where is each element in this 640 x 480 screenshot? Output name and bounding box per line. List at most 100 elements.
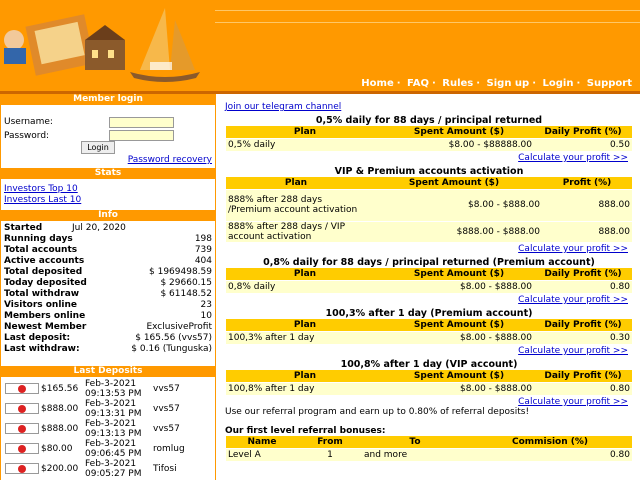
info-panel: Started Jul 20, 2020 Running days 198 Tota… [0,221,216,366]
profit-value: 888.00 [542,220,632,242]
col-header: Spent Amount ($) [384,370,534,382]
info-key: Last deposit: [4,333,71,343]
deposit-amount: $80.00 [41,444,73,454]
profit-value: 0.80 [534,279,632,293]
info-row: Today deposited $ 29660.15 [4,278,212,289]
deposit-datetime: Feb-3-2021 09:13:13 PM [85,419,141,439]
table-row: 100,3% after 1 day $8.00 - $888.00 0.30 [226,330,632,344]
username-input[interactable] [109,117,174,128]
spent-amount: $8.00 - $888.00 [366,188,542,221]
table-row: Level A 1 and more 0.80 [226,447,632,461]
table-row: 888% after 288 days /Premium account act… [226,188,632,221]
info-value: $ 29660.15 [160,278,212,288]
referral-text: Use our referral program and earn up to … [225,407,530,417]
info-key: Total withdraw [4,289,80,299]
nav-login[interactable]: Login [543,78,574,89]
info-value: 198 [194,234,212,244]
spent-amount: $8.00 - $88888.00 [384,137,534,151]
deposit-datetime: Feb-3-2021 09:06:45 PM [85,439,141,459]
plan-title: 0,8% daily for 88 days / principal retur… [263,257,595,268]
info-key: Running days [4,234,73,244]
nav-home[interactable]: Home [361,78,393,89]
plan-name: 888% after 288 days /Premium account act… [226,188,366,221]
info-row: Total withdraw $ 61148.52 [4,289,212,300]
info-key: Visitors online [4,300,78,310]
header-stripe [215,10,640,11]
deposit-row: $200.00 Feb-3-2021 09:05:27 PM Tifosi [3,459,213,479]
deposit-date: Feb-3-2021 [85,419,137,429]
col-header: Plan [226,370,384,382]
info-heading: Info [0,210,216,221]
site-header: Home · FAQ · Rules · Sign up · Login · Suppor… [0,0,640,91]
deposit-amount: $888.00 [41,404,79,414]
info-value: ExclusiveProfit [146,322,212,332]
nav-signup[interactable]: Sign up [487,78,530,89]
col-header: Spent Amount ($) [384,268,534,280]
last-deposits-panel: $165.56 Feb-3-2021 09:13:53 PM vvs57 $888… [0,377,216,480]
login-button[interactable]: Login [81,141,115,154]
password-input[interactable] [109,130,174,141]
calculate-profit-link[interactable]: Calculate your profit >> [518,153,628,163]
plan-title: 100,8% after 1 day (VIP account) [340,359,518,370]
perfect-money-icon [5,403,39,414]
calculate-profit-link[interactable]: Calculate your profit >> [518,346,628,356]
col-header: Daily Profit (%) [534,370,632,382]
spent-amount: $888.00 - $888.00 [366,220,542,242]
col-header: Profit (%) [542,177,632,189]
deposit-date: Feb-3-2021 [85,399,137,409]
referral-commission: 0.80 [468,447,632,461]
main-nav: Home · FAQ · Rules · Sign up · Login · Suppor… [361,78,632,89]
plan-title: VIP & Premium accounts activation [334,166,524,177]
col-header: Plan [226,126,384,138]
stats-heading: Stats [0,168,216,179]
login-panel: Username: Password: Login Password recov… [0,105,216,168]
header-stripe [215,22,640,23]
spent-amount: $8.00 - $888.00 [384,381,534,395]
info-row: Visitors online 23 [4,300,212,311]
col-header: Spent Amount ($) [366,177,542,189]
telegram-link[interactable]: Join our telegram channel [225,102,341,112]
deposit-row: $888.00 Feb-3-2021 09:13:13 PM vvs57 [3,419,213,439]
sidebar: Member login Username: Password: Login P… [0,94,216,480]
plan-name: 100,3% after 1 day [226,330,384,344]
info-row: Total accounts 739 [4,245,212,256]
password-recovery-link[interactable]: Password recovery [128,155,212,165]
calculate-profit-link[interactable]: Calculate your profit >> [518,295,628,305]
deposit-datetime: Feb-3-2021 09:05:27 PM [85,459,141,479]
col-header: Name [226,436,298,448]
profit-value: 888.00 [542,188,632,221]
stats-panel: Investors Top 10 Investors Last 10 [0,179,216,210]
info-key: Last withdraw: [4,344,80,354]
plan-name: 0,5% daily [226,137,384,151]
calculate-profit-link[interactable]: Calculate your profit >> [518,397,628,407]
nav-faq[interactable]: FAQ [407,78,429,89]
spent-amount: $8.00 - $888.00 [384,279,534,293]
deposit-datetime: Feb-3-2021 09:13:31 PM [85,399,141,419]
col-header: Daily Profit (%) [534,319,632,331]
col-header: Commision (%) [468,436,632,448]
nav-rules[interactable]: Rules [442,78,473,89]
deposit-user: vvs57 [153,404,180,414]
profit-value: 0.30 [534,330,632,344]
info-value: $ 1969498.59 [149,267,212,277]
investors-last10-link[interactable]: Investors Last 10 [4,195,81,205]
perfect-money-icon [5,463,39,474]
info-row: Last withdraw: $ 0.16 (Tunguska) [4,344,212,355]
deposit-datetime: Feb-3-2021 09:13:53 PM [85,379,141,399]
referral-level: Level A [226,447,298,461]
info-key: Total deposited [4,267,83,277]
deposit-user: Tifosi [153,464,177,474]
plan-title: 0,5% daily for 88 days / principal retur… [315,115,543,126]
info-key: Active accounts [4,256,85,266]
deposit-user: vvs57 [153,424,180,434]
investors-top10-link[interactable]: Investors Top 10 [4,184,78,194]
deposit-time: 09:05:27 PM [85,469,142,479]
nav-support[interactable]: Support [587,78,632,89]
deposit-amount: $888.00 [41,424,79,434]
info-key: Total accounts [4,245,78,255]
calculate-profit-link[interactable]: Calculate your profit >> [518,244,628,254]
username-label: Username: [4,117,53,127]
deposit-row: $165.56 Feb-3-2021 09:13:53 PM vvs57 [3,379,213,399]
spent-amount: $8.00 - $888.00 [384,330,534,344]
info-value: 23 [200,300,212,310]
